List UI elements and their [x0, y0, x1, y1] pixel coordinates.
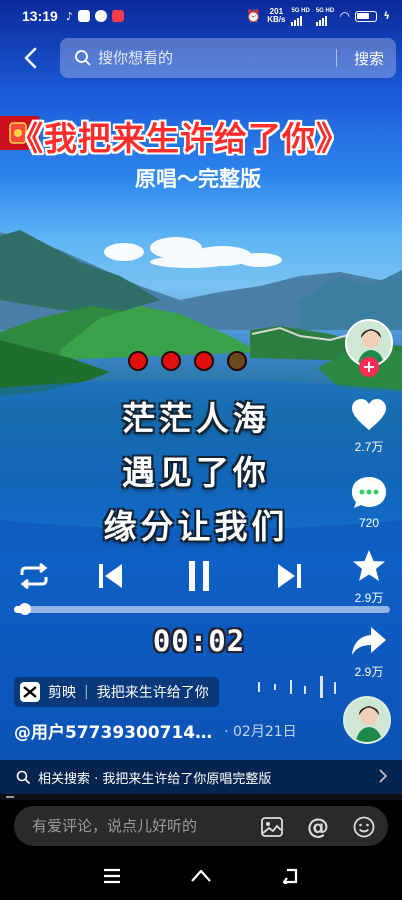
back-nav-button[interactable] — [278, 864, 302, 888]
redbook-icon — [111, 10, 124, 22]
home-icon — [191, 869, 211, 882]
like-count: 2.7万 — [354, 440, 384, 454]
sim2-signal: 5G HD — [315, 6, 335, 26]
status-notification-icons: ♪ — [66, 10, 124, 23]
pause-button[interactable] — [181, 556, 217, 596]
dot-indicator — [227, 351, 247, 371]
status-bar: 13:19 ♪ ⏰ 201 KB/s 5G HD 5G HD ◠ ϟ — [0, 0, 402, 32]
search-icon — [75, 50, 91, 66]
battery-icon — [355, 10, 378, 22]
dot-indicator — [128, 351, 148, 371]
next-button[interactable] — [272, 556, 308, 596]
related-search-label: 相关搜索 · 我把来生许给了你原唱完整版 — [38, 771, 272, 787]
related-search-bar[interactable]: 相关搜索 · 我把来生许给了你原唱完整版 — [0, 760, 402, 794]
comment-box[interactable]: @ — [14, 806, 388, 846]
image-icon — [261, 817, 283, 837]
sim2-label: 5G HD — [315, 8, 335, 14]
comment-count: 720 — [358, 516, 380, 530]
share-icon[interactable] — [351, 625, 387, 657]
pause-icon — [189, 561, 209, 591]
music-note-icon: ♪ — [65, 9, 73, 23]
wifi-icon: ◠ — [340, 9, 350, 23]
repeat-button[interactable] — [16, 556, 52, 596]
charging-icon: ϟ — [383, 10, 390, 22]
capcut-icon — [20, 682, 40, 702]
audio-waveform — [258, 676, 336, 698]
bottom-progress-fill — [6, 796, 14, 798]
at-icon[interactable]: @ — [306, 815, 330, 840]
previous-button[interactable] — [92, 556, 128, 596]
like-block[interactable]: 2.7万 — [340, 398, 398, 455]
author-line: @用户57739300714… · 02月21日 — [14, 718, 297, 743]
music-disc-avatar[interactable] — [343, 696, 391, 744]
mail-icon — [77, 10, 90, 22]
previous-icon — [99, 564, 122, 588]
top-search-bar: 搜索 — [0, 38, 402, 78]
home-button[interactable] — [189, 864, 213, 888]
network-speed: 201 KB/s — [267, 8, 285, 24]
dot-indicator — [194, 351, 214, 371]
repeat-icon — [20, 563, 48, 589]
search-icon — [16, 770, 30, 784]
signal-bars-icon — [291, 15, 309, 26]
favorite-block[interactable]: 2.9万 — [340, 549, 398, 606]
search-divider — [336, 49, 337, 67]
heart-icon[interactable] — [351, 398, 387, 432]
menu-button[interactable] — [100, 864, 124, 888]
tag-separator: | — [84, 684, 89, 700]
emoji-icon — [353, 816, 375, 838]
share-block[interactable]: 2.9万 — [340, 625, 398, 680]
search-button[interactable]: 搜索 — [354, 48, 384, 69]
image-button[interactable] — [260, 815, 284, 839]
search-box[interactable]: 搜索 — [60, 38, 396, 78]
source-app-name: 剪映 — [48, 685, 76, 701]
app-notification-icon — [94, 10, 107, 22]
comment-block[interactable]: 720 — [340, 476, 398, 530]
system-nav-bar — [0, 852, 402, 900]
alarm-icon: ⏰ — [246, 9, 262, 23]
back-icon — [282, 868, 298, 884]
author-name[interactable]: @用户57739300714… — [14, 718, 212, 743]
comment-input[interactable] — [32, 817, 232, 835]
next-icon — [278, 564, 301, 588]
source-title: 我把来生许给了你 — [96, 685, 209, 701]
net-speed-unit: KB/s — [267, 15, 286, 24]
comment-bar: @ — [0, 800, 402, 852]
star-icon[interactable] — [351, 549, 387, 583]
progress-knob[interactable] — [19, 603, 31, 615]
creator-avatar-block[interactable]: + — [340, 319, 398, 377]
comment-icon[interactable] — [351, 476, 387, 510]
video-progress-bar[interactable] — [14, 603, 390, 615]
follow-button[interactable]: + — [359, 357, 379, 377]
video-title: 《我把来生许给了你》 — [10, 119, 350, 158]
favorite-count: 2.9万 — [354, 591, 384, 605]
publish-date: · 02月21日 — [224, 723, 297, 740]
share-count: 2.9万 — [354, 665, 384, 679]
source-tag[interactable]: 剪映 | 我把来生许给了你 — [14, 677, 219, 707]
signal-bars-icon — [315, 15, 334, 26]
menu-icon — [104, 868, 120, 884]
lyric-dots — [128, 351, 247, 371]
sim1-label: 5G HD — [291, 8, 310, 14]
sim1-signal: 5G HD — [291, 6, 310, 26]
search-input[interactable] — [98, 49, 318, 67]
status-time: 13:19 — [22, 8, 58, 24]
back-arrow-icon — [24, 47, 37, 69]
chevron-right-icon — [379, 769, 388, 783]
back-button[interactable] — [10, 38, 50, 78]
dot-indicator — [161, 351, 181, 371]
video-subtitle: 原唱～完整版 — [135, 167, 261, 191]
emoji-button[interactable] — [352, 815, 376, 839]
status-right-icons: ⏰ 201 KB/s 5G HD 5G HD ◠ ϟ — [246, 6, 390, 26]
